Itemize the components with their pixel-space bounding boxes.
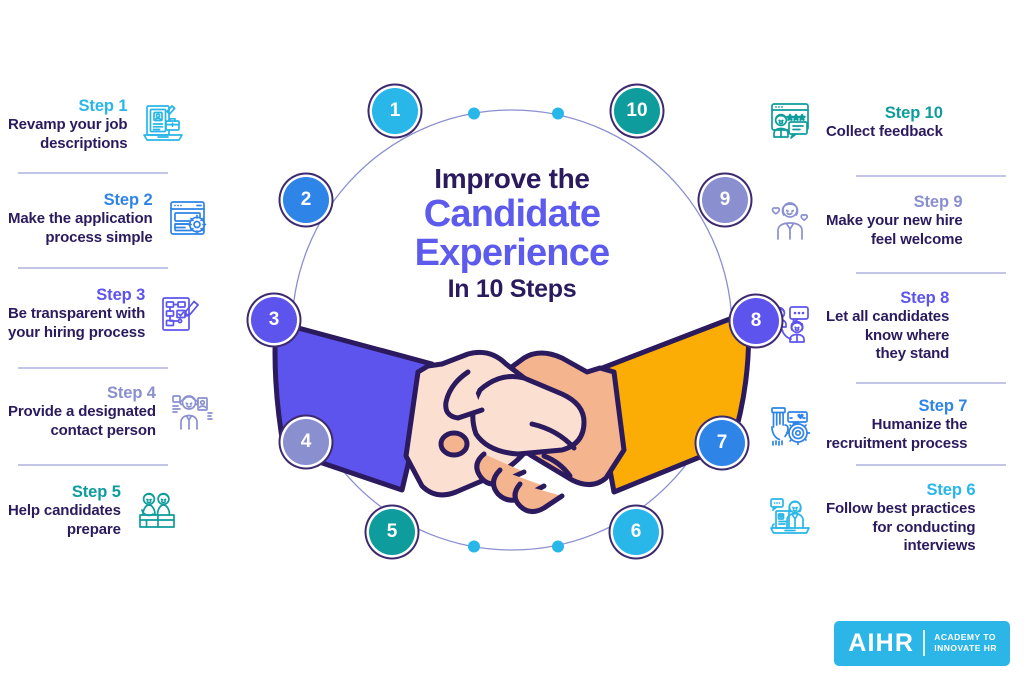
step-circle-3[interactable]: 3 xyxy=(251,297,297,343)
step-item-6[interactable]: Step 6 Follow best practices for conduct… xyxy=(764,480,1016,556)
logo-divider xyxy=(923,630,926,656)
step-5-text: Step 5 Help candidates prepare xyxy=(8,482,121,539)
step-circle-9[interactable]: 9 xyxy=(702,177,748,223)
flowchart-pencil-icon xyxy=(155,288,207,340)
step-2-text: Step 2 Make the application process simp… xyxy=(8,190,153,247)
step-1-text: Step 1 Revamp your job descriptions xyxy=(8,96,128,153)
step-9-text: Step 9 Make your new hire feel welcome xyxy=(826,192,963,249)
ring-dot-top-right xyxy=(552,107,564,120)
step-circle-10[interactable]: 10 xyxy=(614,88,660,134)
logo-wordmark: AIHR xyxy=(848,628,915,657)
right-divider-2 xyxy=(856,272,1006,274)
left-divider-2 xyxy=(18,267,168,269)
infographic-canvas: Step 1 Revamp your job descriptions Step… xyxy=(0,0,1024,680)
left-divider-4 xyxy=(18,464,168,466)
step-10-text: Step 10 Collect feedback xyxy=(826,103,943,142)
step-5-label: Step 5 xyxy=(71,483,121,501)
step-3-description: Be transparent with your hiring process xyxy=(8,305,146,341)
step-item-10[interactable]: Step 10 Collect feedback xyxy=(764,96,1016,148)
step-circle-5[interactable]: 5 xyxy=(369,509,415,555)
step-6-description: Follow best practices for conducting int… xyxy=(826,500,976,555)
laptop-resume-briefcase-icon xyxy=(137,99,189,151)
step-3-label: Step 3 xyxy=(96,286,146,304)
step-9-description: Make your new hire feel welcome xyxy=(826,212,963,248)
step-4-label: Step 4 xyxy=(106,384,156,402)
step-3-text: Step 3 Be transparent with your hiring p… xyxy=(8,285,145,342)
ring-dot-bottom-left xyxy=(468,540,480,553)
step-4-text: Step 4 Provide a designated contact pers… xyxy=(8,383,156,440)
step-8-description: Let all candidates know where they stand xyxy=(826,308,950,363)
step-item-4[interactable]: Step 4 Provide a designated contact pers… xyxy=(8,383,260,440)
ring-dot-bottom-right xyxy=(552,540,564,553)
step-2-label: Step 2 xyxy=(103,191,153,209)
step-circle-4[interactable]: 4 xyxy=(283,419,329,465)
step-5-description: Help candidates prepare xyxy=(8,502,121,538)
step-circle-7[interactable]: 7 xyxy=(699,420,745,466)
step-8-text: Step 8 Let all candidates know where the… xyxy=(826,288,949,364)
step-2-description: Make the application process simple xyxy=(8,210,153,246)
step-circle-8[interactable]: 8 xyxy=(733,298,779,344)
step-circle-6[interactable]: 6 xyxy=(613,509,659,555)
step-1-label: Step 1 xyxy=(78,97,128,115)
step-8-label: Step 8 xyxy=(900,289,950,307)
step-item-9[interactable]: Step 9 Make your new hire feel welcome xyxy=(764,192,1016,249)
two-people-desk-icon xyxy=(131,485,183,537)
step-item-8[interactable]: Step 8 Let all candidates know where the… xyxy=(764,288,1016,364)
step-item-3[interactable]: Step 3 Be transparent with your hiring p… xyxy=(8,285,260,342)
right-divider-4 xyxy=(856,464,1006,466)
step-10-label: Step 10 xyxy=(884,103,943,122)
step-circle-2[interactable]: 2 xyxy=(283,177,329,223)
step-item-5[interactable]: Step 5 Help candidates prepare xyxy=(8,482,260,539)
step-4-description: Provide a designated contact person xyxy=(8,403,156,439)
right-divider-3 xyxy=(856,382,1006,384)
step-6-label: Step 6 xyxy=(926,481,976,499)
left-divider-1 xyxy=(18,172,168,174)
right-divider-1 xyxy=(856,175,1006,177)
step-1-description: Revamp your job descriptions xyxy=(8,116,128,152)
handshake-illustration xyxy=(272,309,752,514)
browser-gear-icon xyxy=(163,193,215,245)
central-dial: Improve the Candidate Experience In 10 S… xyxy=(232,72,792,588)
step-item-7[interactable]: Step 7 Humanize the recruitment process xyxy=(764,396,1016,453)
step-item-1[interactable]: Step 1 Revamp your job descriptions xyxy=(8,96,260,153)
step-circle-1[interactable]: 1 xyxy=(372,88,418,134)
logo-tagline: ACADEMY TO INNOVATE HR xyxy=(934,631,997,653)
support-agent-icon xyxy=(166,386,218,438)
dial-graphic xyxy=(272,107,752,553)
step-7-text: Step 7 Humanize the recruitment process xyxy=(826,396,968,453)
step-7-label: Step 7 xyxy=(918,397,968,415)
step-10-description: Collect feedback xyxy=(826,122,943,140)
step-7-description: Humanize the recruitment process xyxy=(826,416,968,452)
aihr-logo[interactable]: AIHR ACADEMY TO INNOVATE HR xyxy=(834,621,1010,666)
step-6-text: Step 6 Follow best practices for conduct… xyxy=(826,480,976,556)
step-item-2[interactable]: Step 2 Make the application process simp… xyxy=(8,190,260,247)
step-9-label: Step 9 xyxy=(913,193,963,211)
ring-dot-top-left xyxy=(468,107,480,120)
left-divider-3 xyxy=(18,367,168,369)
